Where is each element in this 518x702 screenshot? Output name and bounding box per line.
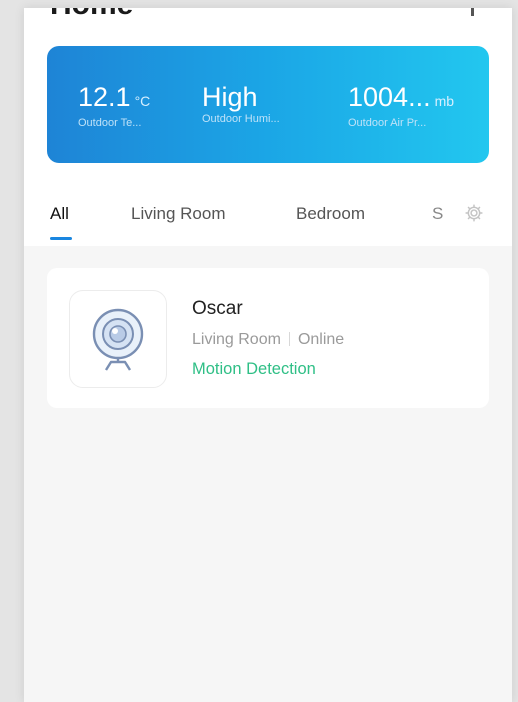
humidity-value: High <box>202 82 258 112</box>
tab-bedroom[interactable]: Bedroom <box>296 204 365 224</box>
page-title: Home <box>50 8 133 22</box>
app-screen: Home 12.1°C Outdoor Te... High Outdoor H… <box>24 8 512 702</box>
device-list: Oscar Living Room Online Motion Detection <box>24 246 512 702</box>
meta-divider <box>288 332 290 346</box>
more-options-icon[interactable] <box>471 8 474 16</box>
device-status: Motion Detection <box>192 360 316 378</box>
device-room: Living Room <box>192 331 281 348</box>
device-meta: Living Room Online <box>192 331 344 349</box>
gear-icon[interactable] <box>463 202 485 224</box>
header: Home <box>24 8 512 36</box>
tab-partial[interactable]: S <box>432 204 443 224</box>
humidity-widget: High Outdoor Humi... <box>202 82 280 125</box>
weather-card[interactable]: 12.1 °C Outdoor Te... High Outdoor Humi..… <box>47 46 489 163</box>
device-name: Oscar <box>192 298 243 319</box>
tab-all[interactable]: All <box>50 204 69 224</box>
tab-living-room[interactable]: Living Room <box>131 204 226 224</box>
device-thumbnail <box>69 290 167 388</box>
pressure-value: 1004... <box>348 82 431 112</box>
humidity-label: Outdoor Humi... <box>202 113 280 125</box>
temperature-value: 12.1 <box>78 82 131 112</box>
temperature-widget: 12.1 °C Outdoor Te... <box>78 82 150 129</box>
pressure-widget: 1004... mb Outdoor Air Pr... <box>348 82 454 129</box>
temperature-unit: °C <box>134 93 151 109</box>
device-connection: Online <box>297 331 345 348</box>
temperature-label: Outdoor Te... <box>78 117 142 129</box>
pressure-label: Outdoor Air Pr... <box>348 117 427 129</box>
device-card[interactable]: Oscar Living Room Online Motion Detection <box>47 268 489 408</box>
pressure-unit: mb <box>434 93 455 109</box>
active-tab-indicator <box>50 237 72 240</box>
camera-icon <box>92 308 144 371</box>
room-tabs: All Living Room Bedroom S <box>24 186 512 246</box>
